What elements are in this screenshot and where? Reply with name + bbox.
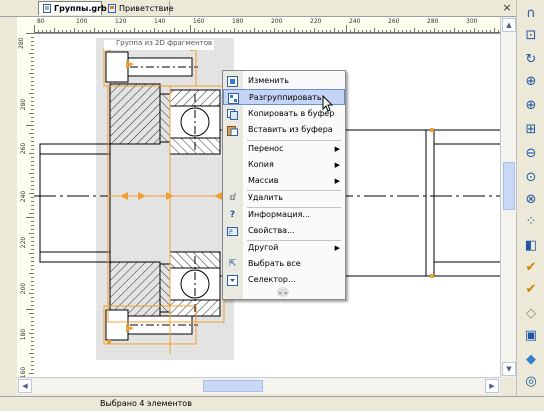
menu-item-other[interactable]: Другой ▶ bbox=[223, 240, 345, 256]
vertical-ruler: 280 280 260 240 220 200 180 160 bbox=[17, 33, 35, 378]
document-icon bbox=[43, 4, 51, 13]
menu-item-info[interactable]: ? Информация... bbox=[223, 207, 345, 223]
zoom-all-icon[interactable]: ⊞ bbox=[521, 120, 541, 140]
horizontal-scrollbar[interactable]: ◀ ▶ bbox=[17, 377, 500, 394]
solid-icon[interactable]: ◆ bbox=[521, 350, 541, 370]
menu-item-properties[interactable]: P Свойства... bbox=[223, 223, 345, 239]
view-toolbar: ∩ ⊡ ↻ ⊕ ⊕ ⊞ ⊖ ⊙ ⊗ ⁘ ◧ ✔ ✔ ◇ ▣ ◆ ◎ bbox=[516, 0, 544, 396]
h-ruler-label: 280 bbox=[427, 18, 439, 25]
cube-icon[interactable]: ▣ bbox=[521, 326, 541, 346]
v-ruler-label: 180 bbox=[20, 328, 28, 341]
h-ruler-label: 140 bbox=[154, 18, 166, 25]
select-all-icon: ⇱ bbox=[228, 259, 237, 269]
group-label: Группа из 2D фрагментов bbox=[116, 39, 213, 47]
zoom-selection-icon[interactable]: ⊗ bbox=[521, 190, 541, 210]
v-ruler-label: 260 bbox=[20, 142, 28, 155]
edit-icon bbox=[227, 76, 238, 87]
tab-groups-file[interactable]: Группы.grb bbox=[38, 1, 107, 15]
copy-icon bbox=[227, 109, 238, 120]
eraser-icon[interactable]: ◇ bbox=[521, 304, 541, 324]
close-tab-icon[interactable]: × bbox=[501, 2, 513, 14]
status-text: Выбрано 4 элементов bbox=[100, 399, 192, 408]
scroll-up-button[interactable]: ▲ bbox=[502, 18, 516, 32]
selection-handle bbox=[430, 128, 434, 132]
tab-label: Группы.grb bbox=[54, 4, 107, 13]
h-ruler-label: 220 bbox=[310, 18, 322, 25]
zoom-fit-icon[interactable]: ⊡ bbox=[521, 26, 541, 46]
selector-icon bbox=[227, 275, 238, 286]
menu-item-delete[interactable]: ⅆ Удалить bbox=[223, 190, 345, 206]
selection-handle bbox=[430, 274, 434, 278]
check-icon[interactable]: ✔ bbox=[521, 258, 541, 278]
menu-item-paste[interactable]: Вставить из буфера bbox=[223, 122, 345, 138]
zoom-in-icon[interactable]: ⊕ bbox=[521, 96, 541, 116]
scroll-right-button[interactable]: ▶ bbox=[485, 379, 499, 393]
h-ruler-label: 200 bbox=[271, 18, 283, 25]
v-ruler-label: 240 bbox=[20, 190, 28, 203]
tab-welcome[interactable]: Приветствие bbox=[104, 1, 174, 15]
v-ruler-label: 220 bbox=[20, 236, 28, 249]
left-margin bbox=[0, 17, 17, 377]
delete-icon: ⅆ bbox=[229, 193, 236, 203]
submenu-arrow-icon: ▶ bbox=[334, 161, 340, 169]
dots-icon[interactable]: ⁘ bbox=[521, 212, 541, 232]
expand-menu-icon[interactable]: ⌄⌄ bbox=[277, 287, 289, 297]
magnet-icon[interactable]: ∩ bbox=[521, 4, 541, 24]
menu-item-move[interactable]: Перенос ▶ bbox=[223, 141, 345, 157]
h-ruler-label: 100 bbox=[76, 18, 88, 25]
menu-item-array[interactable]: Массив ▶ bbox=[223, 173, 345, 189]
h-ruler-label: 80 bbox=[37, 18, 45, 25]
h-ruler-label: 120 bbox=[115, 18, 127, 25]
vertical-scroll-thumb[interactable] bbox=[503, 162, 515, 210]
rotate-icon[interactable]: ↻ bbox=[521, 50, 541, 70]
horizontal-scroll-thumb[interactable] bbox=[203, 380, 263, 392]
v-ruler-label: 280 bbox=[20, 98, 28, 111]
svg-text:P: P bbox=[229, 229, 233, 236]
paste-icon bbox=[227, 125, 238, 136]
h-ruler-label: 300 bbox=[466, 18, 478, 25]
submenu-arrow-icon: ▶ bbox=[334, 177, 340, 185]
info-icon: ? bbox=[229, 210, 236, 220]
submenu-arrow-icon: ▶ bbox=[334, 244, 340, 252]
zoom-previous-icon[interactable]: ⊙ bbox=[521, 168, 541, 188]
ruler-corner bbox=[17, 17, 35, 34]
h-ruler-label: 180 bbox=[232, 18, 244, 25]
menu-item-edit[interactable]: Изменить bbox=[223, 73, 345, 89]
zoom-out-icon[interactable]: ⊖ bbox=[521, 144, 541, 164]
h-ruler-label: 160 bbox=[193, 18, 205, 25]
selection-handle bbox=[107, 340, 111, 344]
ungroup-icon bbox=[228, 93, 239, 104]
scroll-left-button[interactable]: ◀ bbox=[18, 379, 32, 393]
cylinder-icon[interactable]: ◎ bbox=[521, 372, 541, 392]
tab-label: Приветствие bbox=[119, 3, 174, 13]
h-ruler-label: 240 bbox=[349, 18, 361, 25]
layers-icon[interactable]: ◧ bbox=[521, 236, 541, 256]
status-bar: Выбрано 4 элементов bbox=[0, 396, 544, 411]
v-ruler-label: 280 bbox=[18, 37, 25, 49]
check-all-icon[interactable]: ✔ bbox=[521, 280, 541, 300]
horizontal-ruler: 80 100 120 140 160 180 200 220 240 260 2… bbox=[34, 17, 500, 34]
menu-item-copy-transform[interactable]: Копия ▶ bbox=[223, 157, 345, 173]
welcome-icon bbox=[108, 3, 116, 13]
v-ruler-label: 200 bbox=[20, 282, 28, 295]
menu-item-select-all[interactable]: ⇱ Выбрать все bbox=[223, 256, 345, 272]
properties-icon: P bbox=[227, 226, 238, 237]
menu-item-selector[interactable]: Селектор... bbox=[223, 272, 345, 288]
mouse-cursor-icon bbox=[322, 95, 334, 112]
vertical-scrollbar[interactable]: ▲ ▼ bbox=[500, 17, 517, 377]
submenu-arrow-icon: ▶ bbox=[334, 145, 340, 153]
h-ruler-label: 260 bbox=[388, 18, 400, 25]
zoom-window-icon[interactable]: ⊕ bbox=[521, 72, 541, 92]
scroll-down-button[interactable]: ▼ bbox=[502, 362, 516, 376]
document-tab-bar: Группы.grb Приветствие × bbox=[0, 0, 516, 17]
